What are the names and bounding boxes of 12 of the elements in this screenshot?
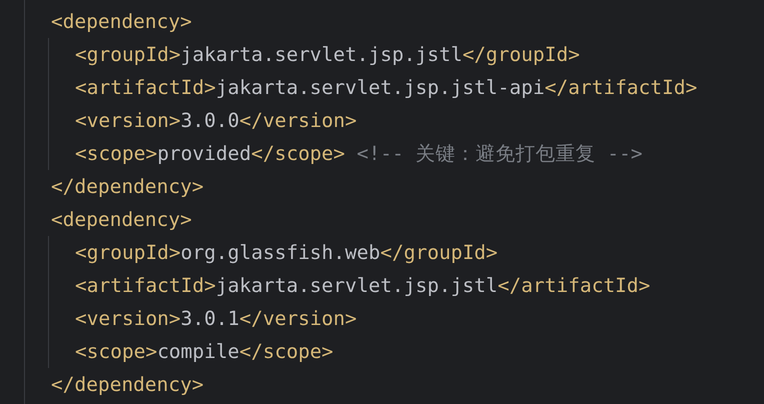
code-line: <scope>provided</scope> <!-- 关键：避免打包重复 --> <box>75 141 642 167</box>
code-line: <version>3.0.0</version> <box>75 108 357 134</box>
code-line: <artifactId>jakarta.servlet.jsp.jstl</artifactId> <box>75 273 650 299</box>
code-line: <dependency> <box>51 207 192 233</box>
code-line: </dependency> <box>51 372 204 398</box>
code-line: <artifactId>jakarta.servlet.jsp.jstl-api</artifactId> <box>75 75 698 101</box>
code-line: <groupId>org.glassfish.web</groupId> <box>75 240 498 266</box>
code-line: <groupId>jakarta.servlet.jsp.jstl</groupId> <box>75 42 580 68</box>
code-line: <version>3.0.1</version> <box>75 306 357 332</box>
code-line: </dependency> <box>51 174 204 200</box>
code-line: <scope>compile</scope> <box>75 339 334 365</box>
code-line: <dependency> <box>51 9 192 35</box>
